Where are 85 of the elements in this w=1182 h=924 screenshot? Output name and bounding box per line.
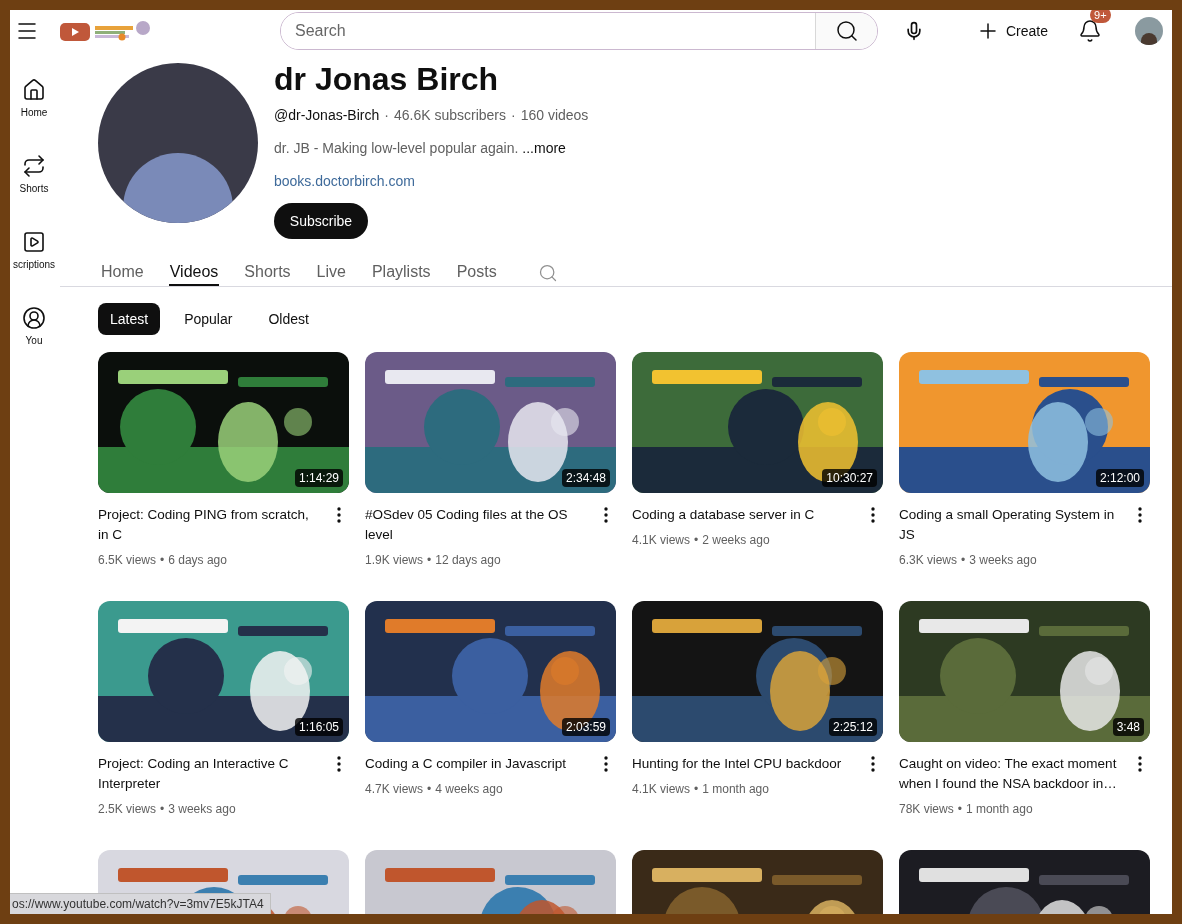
home-icon (22, 78, 46, 102)
channel-handle: @dr-Jonas-Birch (274, 106, 380, 125)
separator-dot: • (957, 801, 962, 818)
upload-age: 3 weeks ago (969, 552, 1037, 569)
upload-age: 3 weeks ago (168, 801, 236, 818)
video-duration: 3:48 (1112, 718, 1144, 736)
view-count: 1.9K views (365, 552, 424, 569)
video-title[interactable]: Project: Coding an Interactive C Interpreter (98, 754, 329, 794)
user-icon (22, 306, 46, 330)
video-title[interactable]: Coding a database server in C (632, 505, 863, 525)
notifications-button[interactable] (1078, 19, 1103, 43)
channel-tab[interactable]: Home (100, 260, 145, 286)
subscriber-count: 46.6K subscribers (393, 106, 506, 125)
channel-tab[interactable]: Videos (168, 260, 220, 286)
upload-age: 1 month ago (965, 801, 1033, 818)
view-count: 4.1K views (632, 532, 691, 549)
separator-dot: • (427, 552, 432, 569)
video-title[interactable]: #OSdev 05 Coding files at the OS level (365, 505, 596, 545)
more-icon (604, 756, 608, 772)
account-avatar[interactable] (1135, 17, 1164, 45)
separator-dot: • (961, 552, 966, 569)
more-icon (871, 507, 875, 523)
channel-tab[interactable]: Shorts (243, 260, 292, 286)
video-duration: 2:34:48 (561, 469, 610, 487)
view-count: 6.5K views (98, 552, 157, 569)
separator-dot: • (694, 532, 699, 549)
channel-link[interactable]: books.doctorbirch.com (274, 171, 589, 192)
channel-tab[interactable]: Playlists (370, 260, 432, 286)
upload-age: 2 weeks ago (702, 532, 770, 549)
create-button[interactable]: Create (976, 19, 1049, 43)
video-title[interactable]: Coding a C compiler in Javascript (365, 754, 596, 774)
channel-tab[interactable]: Live (315, 260, 347, 286)
upload-age: 6 days ago (168, 552, 227, 569)
search-icon (834, 19, 859, 43)
view-count: 4.1K views (632, 781, 691, 798)
search-icon (537, 263, 558, 283)
upload-age: 12 days ago (435, 552, 501, 569)
channel-tab[interactable]: Posts (455, 260, 498, 286)
separator-dot: · (384, 106, 389, 125)
video-duration: 2:25:12 (828, 718, 877, 736)
sidebar-item[interactable]: Shorts (19, 181, 49, 196)
view-count: 6.3K views (899, 552, 958, 569)
video-title[interactable]: Coding a small Operating System in JS (899, 505, 1130, 545)
view-count: 78K views (899, 801, 954, 818)
separator-dot: · (511, 106, 516, 125)
logo-icon[interactable] (60, 20, 152, 42)
separator-dot: • (160, 552, 165, 569)
search-button[interactable] (815, 13, 877, 49)
separator-dot: • (160, 801, 165, 818)
notification-count: 9+ (1090, 10, 1111, 23)
view-count: 4.7K views (365, 781, 424, 798)
video-duration: 2:12:00 (1095, 469, 1144, 487)
video-duration: 2:03:59 (561, 718, 610, 736)
video-title[interactable]: Hunting for the Intel CPU backdoor (632, 754, 863, 774)
sidebar-item[interactable]: You (25, 333, 43, 348)
more-icon (1138, 507, 1142, 523)
video-duration: 10:30:27 (822, 469, 877, 487)
filter-chip[interactable]: Latest (98, 303, 161, 335)
video-duration: 1:14:29 (294, 469, 343, 487)
more-icon (871, 756, 875, 772)
video-count: 160 videos (520, 106, 589, 125)
upload-age: 4 weeks ago (435, 781, 503, 798)
more-icon (604, 507, 608, 523)
video-duration: 1:16:05 (294, 718, 343, 736)
search-bar[interactable]: Search (280, 12, 878, 50)
subscriptions-icon (22, 230, 46, 254)
channel-name: dr Jonas Birch (274, 60, 500, 99)
microphone-icon (904, 21, 924, 41)
channel-description: dr. JB - Making low-level popular again. (274, 139, 519, 158)
status-bar-url: os://www.youtube.com/watch?v=3mv7E5kJTA4 (10, 893, 271, 914)
subscribe-button[interactable]: Subscribe (274, 203, 368, 239)
view-count: 2.5K views (98, 801, 157, 818)
video-title[interactable]: Project: Coding PING from scratch, in C (98, 505, 329, 545)
sidebar-item[interactable]: Home (20, 105, 48, 120)
more-icon (337, 507, 341, 523)
separator-dot: • (694, 781, 699, 798)
video-title[interactable]: Caught on video: The exact moment when I found the NSA backdoor in… (899, 754, 1130, 794)
more-link[interactable]: ...more (522, 138, 566, 159)
more-icon (337, 756, 341, 772)
upload-age: 1 month ago (702, 781, 769, 798)
more-icon (1138, 756, 1142, 772)
separator-dot: • (427, 781, 432, 798)
sidebar-item[interactable]: scriptions (12, 257, 56, 272)
bell-icon (1078, 19, 1103, 43)
shorts-icon (22, 154, 46, 178)
